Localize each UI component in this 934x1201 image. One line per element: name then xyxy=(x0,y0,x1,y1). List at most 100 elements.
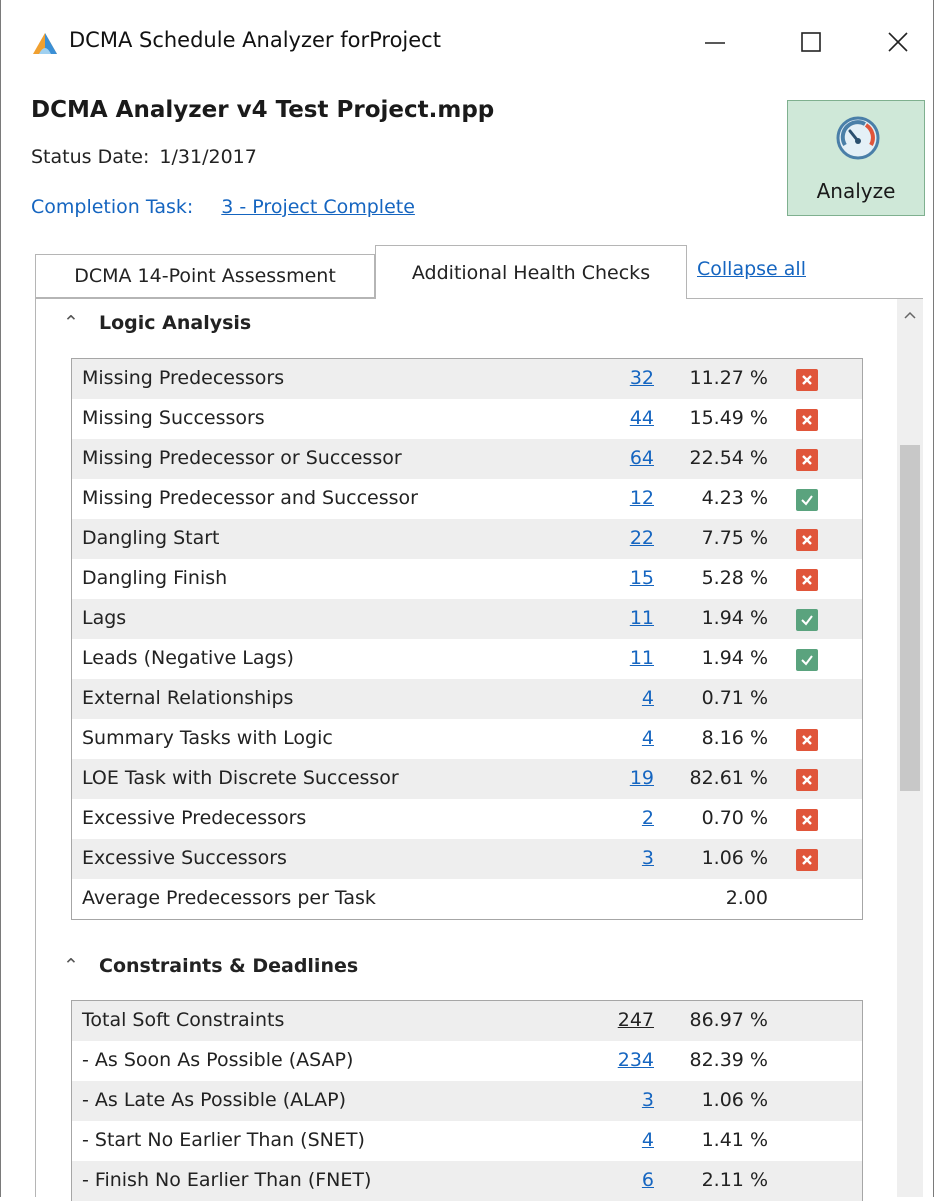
row-count-link[interactable]: 11 xyxy=(630,647,654,669)
row-count-link[interactable]: 4 xyxy=(642,727,654,749)
completion-task-label: Completion Task: xyxy=(31,196,194,218)
row-count-link[interactable]: 15 xyxy=(630,567,654,589)
fail-x-icon xyxy=(796,449,818,471)
row-count-link[interactable]: 44 xyxy=(630,407,654,429)
fail-x-icon xyxy=(796,729,818,751)
minimize-button[interactable] xyxy=(675,10,755,74)
scroll-thumb[interactable] xyxy=(900,445,920,791)
row-count-link[interactable]: 32 xyxy=(630,367,654,389)
constraints-table: Total Soft Constraints 247 86.97 % - As Soo… xyxy=(71,1000,863,1201)
collapse-all-link[interactable]: Collapse all xyxy=(697,258,806,280)
table-row: Missing Predecessor or Successor 64 22.54 … xyxy=(72,439,862,479)
close-icon xyxy=(888,32,908,52)
row-label: Leads (Negative Lags) xyxy=(82,647,294,669)
table-row: LOE Task with Discrete Successor 19 82.61 … xyxy=(72,759,862,799)
gauge-icon xyxy=(836,116,880,160)
table-row: Dangling Finish 15 5.28 % xyxy=(72,559,862,599)
row-percent: 22.54 % xyxy=(689,447,769,469)
project-file-name: DCMA Analyzer v4 Test Project.mpp xyxy=(31,97,495,123)
row-label: Dangling Start xyxy=(82,527,220,549)
close-button[interactable] xyxy=(863,10,933,74)
tab-dcma-14-point[interactable]: DCMA 14-Point Assessment xyxy=(35,254,375,298)
row-label: Summary Tasks with Logic xyxy=(82,727,333,749)
row-count-link[interactable]: 19 xyxy=(630,767,654,789)
analyze-button-label: Analyze xyxy=(816,179,896,203)
fail-x-icon xyxy=(796,809,818,831)
section-header-constraints[interactable]: ⌃ Constraints & Deadlines xyxy=(63,955,358,977)
row-count-link[interactable]: 4 xyxy=(642,1129,654,1151)
row-label: Missing Predecessor and Successor xyxy=(82,487,418,509)
row-percent: 1.94 % xyxy=(701,607,768,629)
row-percent: 5.28 % xyxy=(701,567,768,589)
completion-task-link[interactable]: 3 - Project Complete xyxy=(221,196,415,218)
row-percent: 1.06 % xyxy=(701,1089,768,1111)
chevron-up-icon: ⌃ xyxy=(63,312,79,334)
vertical-scrollbar[interactable] xyxy=(897,299,923,1197)
chevron-up-icon: ⌃ xyxy=(63,955,79,977)
row-count-link[interactable]: 22 xyxy=(630,527,654,549)
logic-analysis-table: Missing Predecessors 32 11.27 % Missing Suc… xyxy=(71,358,863,920)
table-row: Average Predecessors per Task 2.00 xyxy=(72,879,862,919)
row-count-link[interactable]: 2 xyxy=(642,807,654,829)
row-label: LOE Task with Discrete Successor xyxy=(82,767,399,789)
row-count-link[interactable]: 11 xyxy=(630,607,654,629)
table-row: Missing Predecessor and Successor 12 4.23 … xyxy=(72,479,862,519)
fail-x-icon xyxy=(796,849,818,871)
tab-additional-health-checks[interactable]: Additional Health Checks xyxy=(375,245,687,299)
table-row: Missing Successors 44 15.49 % xyxy=(72,399,862,439)
row-label: - As Soon As Possible (ASAP) xyxy=(82,1049,354,1071)
table-row: - Finish No Earlier Than (FNET) 6 2.11 % xyxy=(72,1161,862,1201)
row-percent: 86.97 % xyxy=(689,1009,769,1031)
row-count-link[interactable]: 64 xyxy=(630,447,654,469)
pass-check-icon xyxy=(796,609,818,631)
row-percent: 1.41 % xyxy=(701,1129,768,1151)
analyze-button[interactable]: Analyze xyxy=(787,100,925,216)
completion-task-row: Completion Task: 3 - Project Complete xyxy=(31,196,415,218)
row-count-link[interactable]: 4 xyxy=(642,687,654,709)
pass-check-icon xyxy=(796,649,818,671)
section-title-constraints: Constraints & Deadlines xyxy=(99,955,359,977)
table-row: Excessive Successors 3 1.06 % xyxy=(72,839,862,879)
table-row: Dangling Start 22 7.75 % xyxy=(72,519,862,559)
chevron-up-icon xyxy=(904,311,916,319)
table-row: Total Soft Constraints 247 86.97 % xyxy=(72,1001,862,1041)
table-row: Summary Tasks with Logic 4 8.16 % xyxy=(72,719,862,759)
row-count-link[interactable]: 234 xyxy=(618,1049,654,1071)
section-header-logic[interactable]: ⌃ Logic Analysis xyxy=(63,312,251,334)
row-label: External Relationships xyxy=(82,687,294,709)
fail-x-icon xyxy=(796,369,818,391)
app-window: DCMA Schedule Analyzer forProject DCMA A… xyxy=(0,0,934,1201)
table-row: Missing Predecessors 32 11.27 % xyxy=(72,359,862,399)
window-title: DCMA Schedule Analyzer forProject xyxy=(69,28,441,52)
row-percent: 4.23 % xyxy=(701,487,768,509)
row-label: Missing Predecessors xyxy=(82,367,285,389)
row-percent: 82.39 % xyxy=(689,1049,769,1071)
pass-check-icon xyxy=(796,489,818,511)
row-percent: 0.70 % xyxy=(701,807,768,829)
section-title-logic: Logic Analysis xyxy=(99,312,252,334)
row-label: Excessive Successors xyxy=(82,847,287,869)
status-date-value: 1/31/2017 xyxy=(159,146,257,168)
row-label: Total Soft Constraints xyxy=(82,1009,285,1031)
fail-x-icon xyxy=(796,529,818,551)
row-percent: 7.75 % xyxy=(701,527,768,549)
row-count-link[interactable]: 3 xyxy=(642,1089,654,1111)
table-row: - As Soon As Possible (ASAP) 234 82.39 % xyxy=(72,1041,862,1081)
row-percent: 15.49 % xyxy=(689,407,769,429)
row-percent: 2.00 xyxy=(725,887,768,909)
status-date-label: Status Date: xyxy=(31,146,150,168)
maximize-button[interactable] xyxy=(771,10,851,74)
row-percent: 2.11 % xyxy=(701,1169,768,1191)
row-percent: 1.94 % xyxy=(701,647,768,669)
row-count-link[interactable]: 12 xyxy=(630,487,654,509)
scroll-up-button[interactable] xyxy=(897,303,923,327)
row-label: Excessive Predecessors xyxy=(82,807,307,829)
row-count-link[interactable]: 6 xyxy=(642,1169,654,1191)
row-label: - Finish No Earlier Than (FNET) xyxy=(82,1169,372,1191)
minimize-icon xyxy=(705,42,725,44)
row-percent: 8.16 % xyxy=(701,727,768,749)
row-count-link[interactable]: 3 xyxy=(642,847,654,869)
table-row: Excessive Predecessors 2 0.70 % xyxy=(72,799,862,839)
row-count-link[interactable]: 247 xyxy=(618,1009,654,1031)
maximize-icon xyxy=(801,32,821,52)
